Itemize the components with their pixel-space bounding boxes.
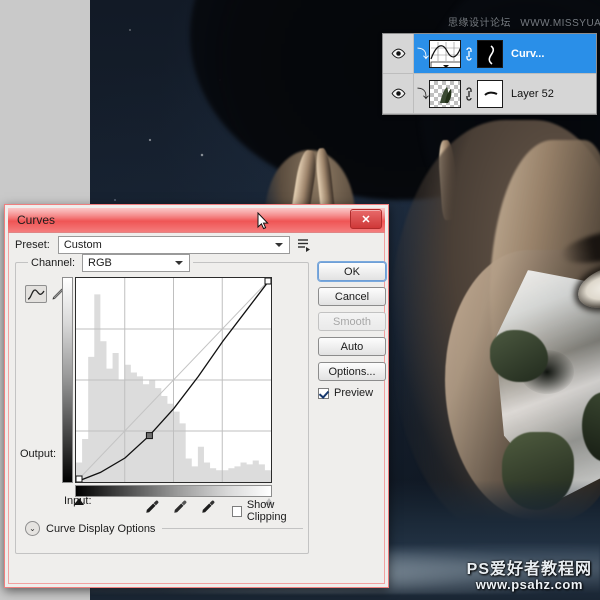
input-label: Input:: [64, 495, 92, 507]
titlebar-gloss: [8, 208, 385, 219]
cancel-button[interactable]: Cancel: [318, 287, 386, 306]
layer-name[interactable]: Curv...: [511, 48, 544, 60]
show-clipping-checkbox[interactable]: [232, 505, 242, 517]
eye-icon: [391, 48, 405, 59]
preset-value: Custom: [63, 238, 102, 251]
watermark-top-cn: 思缘设计论坛: [448, 18, 511, 29]
curve-display-options-label: Curve Display Options: [46, 522, 156, 535]
white-point-eyedropper-icon[interactable]: [199, 499, 215, 515]
auto-button[interactable]: Auto: [318, 337, 386, 356]
layer-thumbnail-transparent[interactable]: [429, 79, 461, 108]
watermark-bottom: PS爱好者教程网 www.psahz.com: [466, 560, 592, 593]
section-divider: [162, 528, 303, 529]
channel-select[interactable]: RGB: [82, 254, 191, 272]
gray-point-eyedropper-icon[interactable]: [171, 499, 187, 515]
curve-grid[interactable]: [75, 277, 272, 483]
layer-visibility-toggle[interactable]: [383, 34, 414, 73]
curve-tools: [25, 285, 65, 303]
layer-row-layer52[interactable]: ⤵ Layer 52: [383, 74, 596, 114]
output-label: Output:: [20, 448, 57, 460]
show-clipping-label: Show Clipping: [246, 499, 287, 523]
input-gradient-ramp: [75, 485, 272, 497]
dialog-titlebar[interactable]: Curves ✕: [8, 208, 385, 233]
dialog-title: Curves: [17, 213, 56, 227]
link-icon[interactable]: [464, 86, 474, 101]
channel-label: Channel:: [31, 257, 76, 269]
link-icon[interactable]: [464, 46, 474, 61]
preset-row: Preset: Custom: [15, 235, 378, 254]
curves-dialog[interactable]: Curves ✕ Preset: Custom Channel: RGB Out…: [4, 204, 389, 588]
preset-flyout-menu-icon[interactable]: [297, 237, 312, 252]
output-gradient-ramp: [62, 277, 73, 483]
layer-mask-thumbnail-black[interactable]: [477, 39, 503, 68]
clipping-mask-arrow-icon: ⤵: [417, 47, 430, 61]
layers-panel[interactable]: ⤵ Curv... ⤵ Layer 52: [382, 33, 597, 115]
black-point-eyedropper-icon[interactable]: [143, 499, 159, 515]
close-icon[interactable]: ✕: [350, 209, 382, 229]
preset-label: Preset:: [15, 238, 50, 251]
curves-adjustment-thumbnail[interactable]: [429, 39, 461, 68]
eyedropper-group: [143, 499, 215, 515]
watermark-top-url: WWW.MISSYUAN.COM: [520, 18, 600, 29]
chevron-double-down-icon[interactable]: ⌄: [25, 521, 40, 536]
watermark-top: 思缘设计论坛 WWW.MISSYUAN.COM: [448, 14, 600, 29]
dialog-body: Preset: Custom Channel: RGB Output: Inpu…: [15, 235, 386, 579]
clipping-mask-arrow-icon: ⤵: [417, 87, 430, 101]
layer-visibility-toggle[interactable]: [383, 74, 414, 113]
edit-points-curve-icon[interactable]: [25, 285, 47, 303]
layer-name[interactable]: Layer 52: [511, 88, 554, 100]
eye-icon: [391, 88, 405, 99]
preview-checkbox[interactable]: [318, 387, 329, 399]
preset-select[interactable]: Custom: [57, 235, 290, 254]
smooth-button: Smooth: [318, 312, 386, 331]
ok-button[interactable]: OK: [318, 262, 386, 281]
options-button[interactable]: Options...: [318, 362, 386, 381]
preview-row[interactable]: Preview: [318, 387, 386, 399]
dialog-buttons: OK Cancel Smooth Auto Options... Preview: [318, 262, 386, 399]
tone-curve-plot[interactable]: [76, 278, 271, 482]
channel-value: RGB: [88, 257, 112, 269]
layer-mask-thumbnail-white[interactable]: [477, 79, 503, 108]
show-clipping-row[interactable]: Show Clipping: [232, 499, 308, 523]
chevron-down-icon: [274, 242, 283, 247]
watermark-bottom-url: www.psahz.com: [475, 577, 583, 593]
curve-display-options-row[interactable]: ⌄ Curve Display Options: [25, 521, 303, 536]
mouse-pointer-arrow: [257, 212, 269, 230]
screenshot-root: 思缘设计论坛 WWW.MISSYUAN.COM PS爱好者教程网 www.psa…: [0, 0, 600, 600]
layer-row-curves[interactable]: ⤵ Curv...: [383, 34, 596, 74]
chevron-down-icon: [175, 261, 184, 265]
curve-graph-area: [62, 277, 274, 505]
channel-row: Channel: RGB: [28, 254, 194, 272]
preview-label: Preview: [334, 387, 374, 399]
curve-fieldset: Channel: RGB Output: Input: Show Clippin…: [15, 254, 309, 554]
watermark-bottom-cn: PS爱好者教程网: [466, 560, 592, 578]
